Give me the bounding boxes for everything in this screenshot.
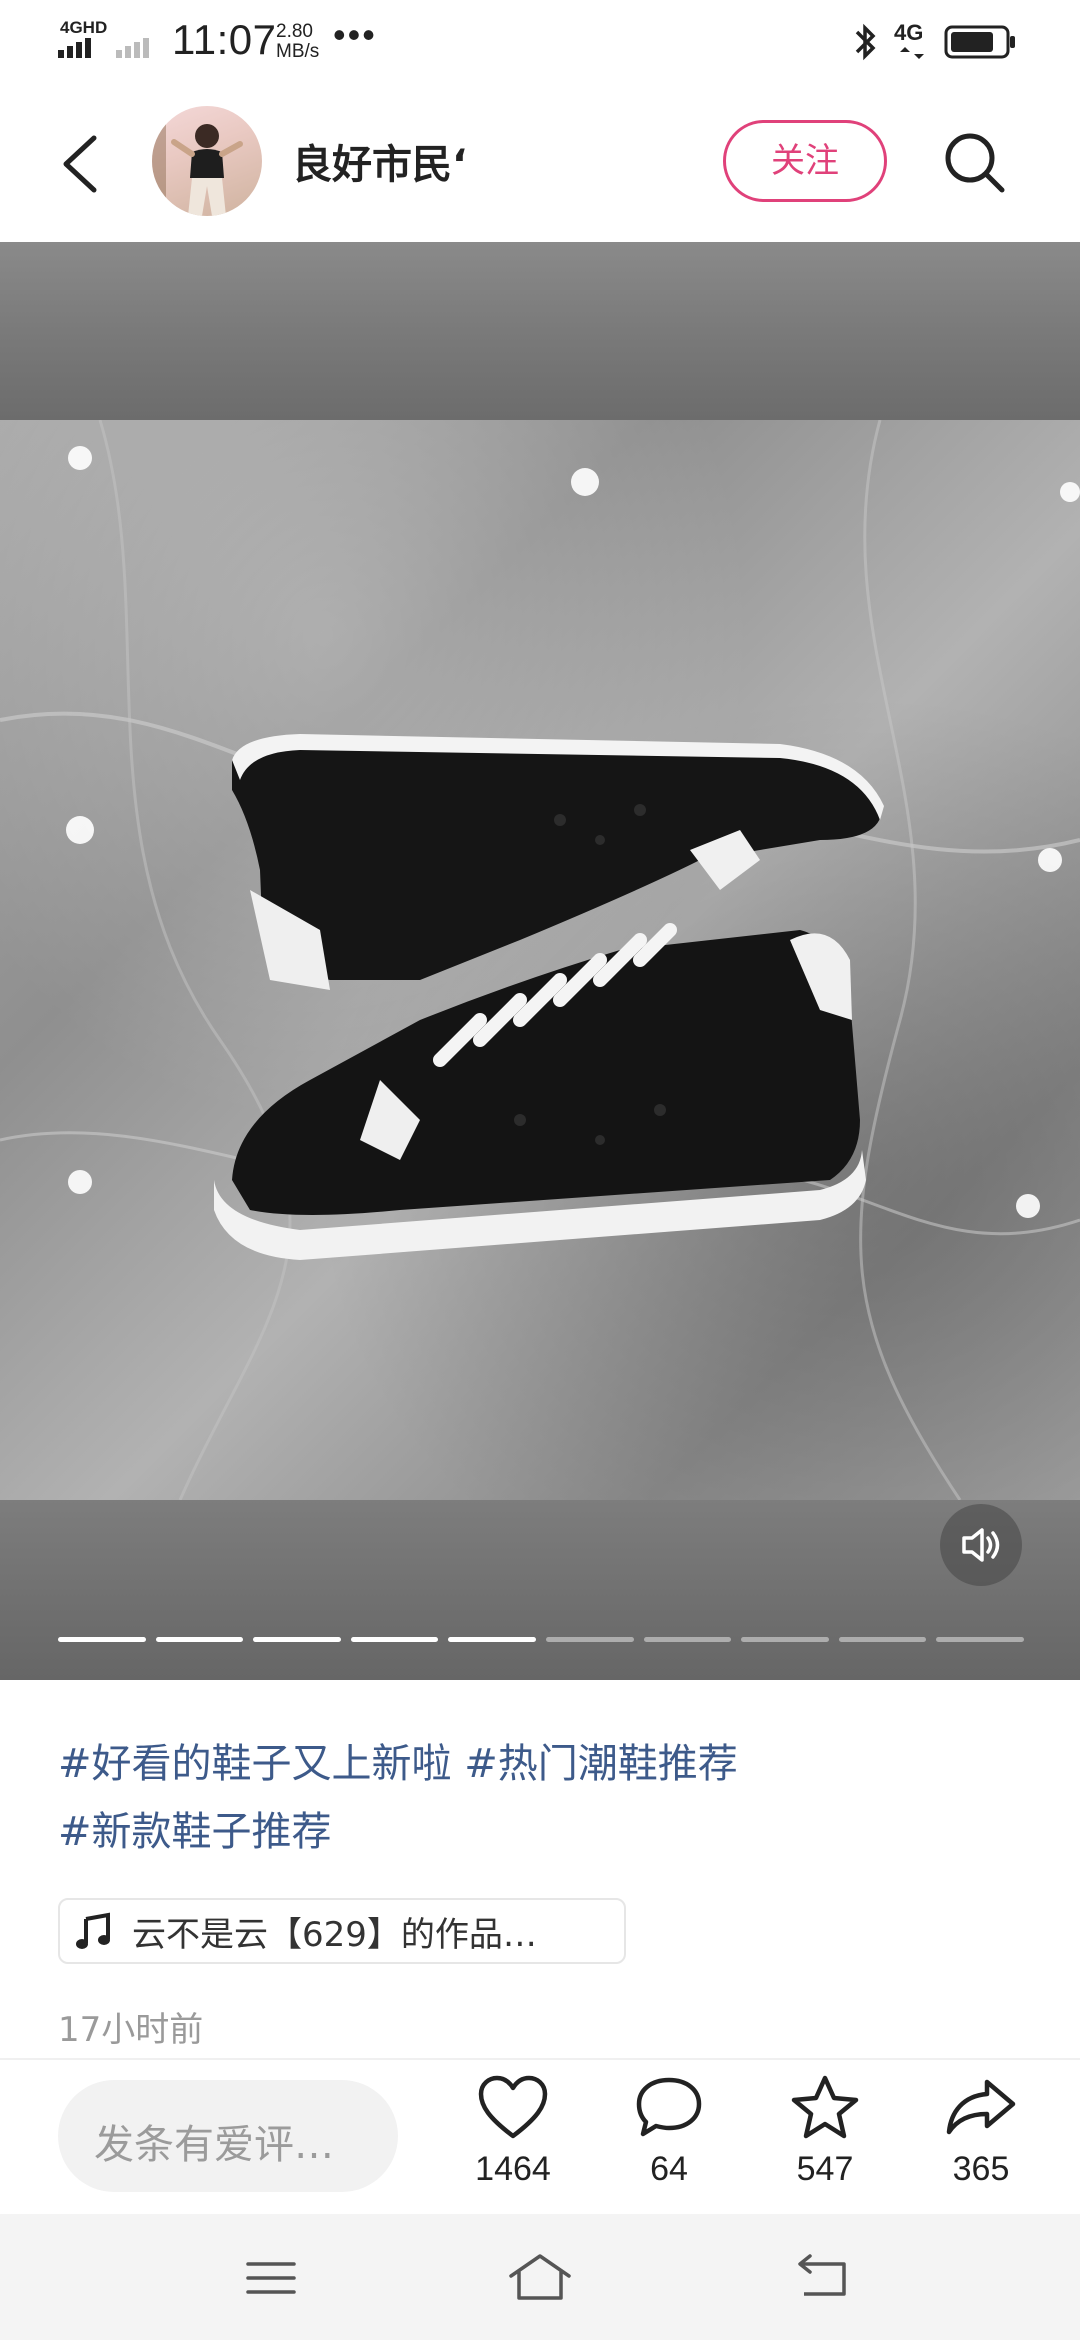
username[interactable]: 良好市民‘: [292, 132, 467, 190]
progress-segment: [155, 1637, 244, 1642]
share-arrow-icon: [946, 2079, 1016, 2135]
comment-input[interactable]: 发条有爱评…: [58, 2080, 398, 2192]
progress-segment: [643, 1637, 732, 1642]
share-button[interactable]: 365: [921, 2072, 1041, 2212]
divider: [0, 2058, 1080, 2060]
return-icon[interactable]: [788, 2250, 858, 2306]
avatar[interactable]: [152, 106, 262, 216]
network-speed: 2.80 MB/s: [276, 22, 319, 62]
like-count: 1464: [475, 2150, 551, 2188]
back-arrow-icon[interactable]: [48, 124, 118, 204]
progress-segment: [936, 1637, 1024, 1642]
heart-icon: [478, 2075, 548, 2139]
mobile-network-label: 4G: [894, 20, 924, 45]
speed-unit: MB/s: [276, 41, 320, 62]
avatar-image: [152, 106, 243, 216]
caption-hashtags-line-1[interactable]: #好看的鞋子又上新啦 #热门潮鞋推荐: [58, 1730, 1028, 1798]
caption-hashtags-line-2[interactable]: #新款鞋子推荐: [58, 1798, 1028, 1866]
comment-placeholder: 发条有爱评…: [94, 2122, 334, 2168]
status-bar: 4GHD 11:07 2.80 MB/s ••• 4G: [0, 0, 1080, 84]
progress-segment: [253, 1637, 341, 1642]
progress-segment: [741, 1637, 829, 1642]
carousel-progress: [58, 1637, 1024, 1643]
battery-icon: [944, 25, 1015, 59]
more-notifications-icon: •••: [333, 14, 377, 55]
progress-segment: [448, 1637, 536, 1642]
comment-count: 64: [650, 2150, 688, 2188]
favorite-count: 547: [796, 2150, 854, 2188]
network-type: 4GHD: [60, 18, 108, 37]
music-chip[interactable]: 云不是云【629】的作品…: [58, 1898, 626, 1964]
like-button[interactable]: 1464: [453, 2072, 573, 2212]
post-time: 17小时前: [58, 2010, 204, 2050]
speaker-icon: [962, 1528, 1000, 1562]
system-nav-bar: [0, 2214, 1080, 2340]
comment-button[interactable]: 64: [609, 2072, 729, 2212]
menu-icon[interactable]: [236, 2250, 306, 2306]
progress-segment: [350, 1637, 439, 1642]
progress-segment: [838, 1637, 927, 1642]
blurred-top-band: [0, 242, 1080, 420]
progress-segment: [545, 1637, 634, 1642]
star-icon: [791, 2075, 859, 2139]
sound-toggle-button[interactable]: [940, 1504, 1022, 1586]
share-count: 365: [952, 2150, 1010, 2188]
bluetooth-icon: [855, 23, 876, 61]
favorite-button[interactable]: 547: [765, 2072, 885, 2212]
speed-value: 2.80: [276, 21, 313, 42]
music-note-icon: [76, 1912, 110, 1949]
photo-illustration: [0, 419, 1080, 1501]
clock: 11:07: [172, 16, 277, 63]
music-title: 云不是云【629】的作品…: [132, 1914, 537, 1955]
header: 良好市民‘ 关注: [0, 84, 1080, 242]
comment-bubble-icon: [636, 2077, 702, 2137]
follow-button[interactable]: 关注: [723, 120, 887, 202]
sneaker-photo[interactable]: [0, 419, 1080, 1501]
post-caption: #好看的鞋子又上新啦 #热门潮鞋推荐 #新款鞋子推荐: [58, 1730, 1028, 1866]
data-arrows-icon: [900, 47, 924, 59]
search-icon[interactable]: [940, 128, 1010, 198]
blurred-bottom-band: [0, 1500, 1080, 1680]
home-icon[interactable]: [505, 2250, 575, 2306]
progress-segment: [58, 1637, 146, 1642]
post-media[interactable]: [0, 242, 1080, 1680]
